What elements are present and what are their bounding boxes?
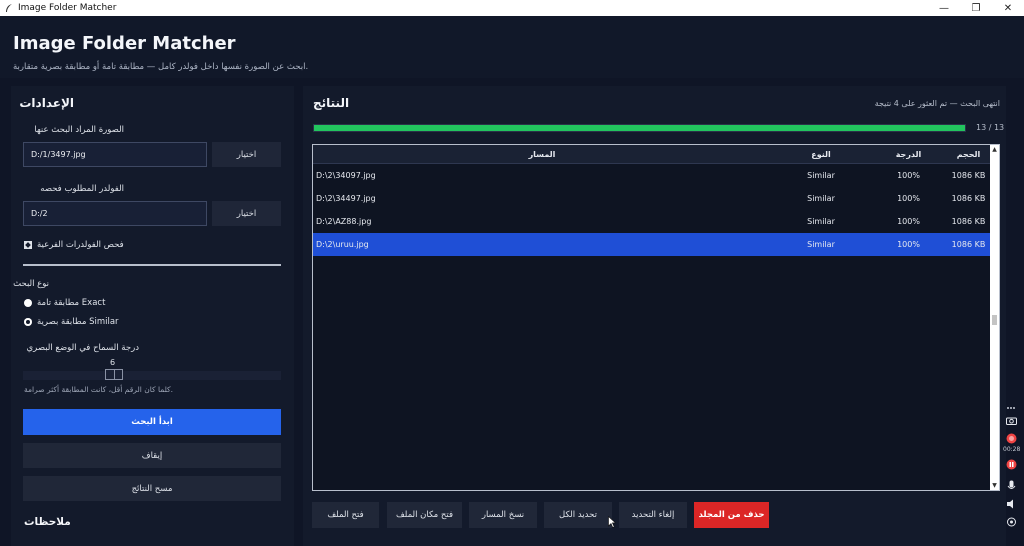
- progress-fill: [314, 125, 965, 131]
- pause-icon: [1006, 459, 1016, 469]
- mic-icon: [1007, 480, 1015, 489]
- subfolders-label: فحص الفولدرات الفرعية: [37, 240, 124, 250]
- radio-similar-label: مطابقة بصرية Similar: [37, 317, 119, 327]
- recorder-menu-icon: [1007, 407, 1015, 409]
- recording-time: 00:28: [1003, 446, 1021, 453]
- cell-path: D:\2\34097.jpg: [316, 171, 376, 180]
- radio-exact-label: مطابقة تامة Exact: [37, 298, 106, 308]
- results-panel: النتائج انتهى البحث — تم العثور على 4 نت…: [303, 86, 1006, 546]
- results-status: انتهى البحث — تم العثور على 4 نتيجة: [874, 99, 1000, 108]
- radio-exact[interactable]: مطابقة تامة Exact: [24, 298, 105, 308]
- open-location-button[interactable]: فتح مكان الملف: [387, 502, 462, 528]
- cell-type: Similar: [807, 240, 835, 249]
- maximize-button[interactable]: ❐: [960, 0, 992, 16]
- cell-score: 100%: [897, 217, 920, 226]
- cell-size: 1086 KB: [951, 171, 986, 180]
- subfolders-checkbox[interactable]: فحص الفولدرات الفرعية: [24, 240, 124, 250]
- scroll-down-icon[interactable]: ▼: [991, 482, 998, 489]
- mic-button[interactable]: [1005, 480, 1017, 492]
- pick-image-button[interactable]: اختيار: [212, 142, 281, 167]
- speaker-button[interactable]: [1005, 498, 1017, 510]
- window-titlebar: Image Folder Matcher — ❐ ✕: [0, 0, 1024, 16]
- column-type[interactable]: النوع: [771, 145, 871, 163]
- settings-title: الإعدادات: [19, 96, 74, 110]
- cell-type: Similar: [807, 194, 835, 203]
- minimize-icon: —: [939, 2, 949, 14]
- column-score[interactable]: الدرجة: [871, 145, 946, 163]
- tolerance-slider-handle[interactable]: [105, 369, 123, 380]
- app-title: Image Folder Matcher: [13, 33, 236, 54]
- deselect-button[interactable]: إلغاء التحديد: [619, 502, 687, 528]
- cell-path: D:\2\uruu.jpg: [316, 240, 369, 249]
- cell-path: D:\2\AZ88.jpg: [316, 217, 372, 226]
- camera-icon: [1005, 417, 1017, 425]
- cell-size: 1086 KB: [951, 217, 986, 226]
- cell-type: Similar: [807, 171, 835, 180]
- progress-count: 13 / 13: [976, 123, 1005, 132]
- recorder-menu[interactable]: [1005, 402, 1017, 414]
- window-title: Image Folder Matcher: [18, 3, 117, 13]
- recorder-toolbar: 00:28: [1002, 400, 1020, 546]
- scroll-up-icon[interactable]: ▲: [991, 146, 998, 153]
- notes-title: ملاحظات: [24, 516, 71, 528]
- tolerance-value: 6: [110, 358, 116, 367]
- cell-type: Similar: [807, 217, 835, 226]
- checkbox-checked-icon: [24, 241, 32, 249]
- copy-path-button[interactable]: نسخ المسار: [469, 502, 537, 528]
- mouse-cursor-icon: [608, 516, 616, 528]
- table-body: D:\2\34097.jpg Similar 100% 1086 KB D:\2\344…: [313, 164, 999, 256]
- settings-panel: الإعدادات الصورة المراد البحث عنها D:/1/…: [11, 86, 294, 546]
- record-button[interactable]: [1005, 432, 1017, 444]
- table-row[interactable]: D:\2\34097.jpg Similar 100% 1086 KB: [313, 164, 999, 187]
- tolerance-label: درجة السماح في الوضع البصري: [26, 343, 140, 353]
- image-path-input[interactable]: D:/1/3497.jpg: [23, 142, 207, 167]
- open-file-button[interactable]: فتح الملف: [312, 502, 379, 528]
- clear-results-button[interactable]: مسح النتائج: [23, 476, 281, 501]
- radio-selected-icon: [24, 318, 32, 326]
- column-path[interactable]: المسار: [313, 145, 771, 163]
- cell-size: 1086 KB: [951, 240, 986, 249]
- folder-path-input[interactable]: D:/2: [23, 201, 207, 226]
- app-feather-icon: [6, 4, 12, 12]
- table-row[interactable]: D:\2\uruu.jpg Similar 100% 1086 KB: [313, 233, 999, 256]
- results-title: النتائج: [313, 96, 350, 110]
- folder-label: الفولدر المطلوب فحصه: [40, 184, 124, 194]
- delete-from-folder-button[interactable]: حذف من المجلد: [694, 502, 769, 528]
- column-size[interactable]: الحجم: [946, 145, 991, 163]
- pause-button[interactable]: [1005, 458, 1017, 470]
- webcam-icon: [1006, 517, 1016, 526]
- progress-bar: [313, 124, 966, 132]
- select-all-button[interactable]: تحديد الكل: [544, 502, 612, 528]
- table-scrollbar[interactable]: ▲ ▼: [990, 145, 999, 490]
- search-type-label: نوع البحث: [13, 279, 49, 289]
- record-icon: [1006, 433, 1016, 443]
- cell-score: 100%: [897, 171, 920, 180]
- divider: [23, 264, 281, 266]
- stop-button[interactable]: إيقاف: [23, 443, 281, 468]
- speaker-icon: [1006, 499, 1013, 509]
- cell-path: D:\2\34497.jpg: [316, 194, 376, 203]
- webcam-button[interactable]: [1005, 516, 1017, 528]
- table-row[interactable]: D:\2\34497.jpg Similar 100% 1086 KB: [313, 187, 999, 210]
- minimize-button[interactable]: —: [928, 0, 960, 16]
- start-search-button[interactable]: ابدأ البحث: [23, 409, 281, 435]
- tolerance-slider[interactable]: [23, 371, 281, 380]
- table-header: المسار النوع الدرجة الحجم: [313, 145, 999, 164]
- cell-score: 100%: [897, 194, 920, 203]
- radio-icon: [24, 299, 32, 307]
- scroll-thumb[interactable]: [992, 315, 997, 325]
- results-table: المسار النوع الدرجة الحجم D:\2\34097.jpg…: [312, 144, 1000, 491]
- image-label: الصورة المراد البحث عنها: [34, 125, 124, 135]
- pick-folder-button[interactable]: اختيار: [212, 201, 281, 226]
- maximize-icon: ❐: [971, 2, 981, 14]
- close-icon: ✕: [1003, 2, 1013, 14]
- app-subtitle: ابحث عن الصورة نفسها داخل فولدر كامل — م…: [13, 62, 309, 72]
- screenshot-button[interactable]: [1005, 414, 1017, 426]
- radio-similar[interactable]: مطابقة بصرية Similar: [24, 317, 119, 327]
- cell-score: 100%: [897, 240, 920, 249]
- cell-size: 1086 KB: [951, 194, 986, 203]
- close-button[interactable]: ✕: [992, 0, 1024, 16]
- table-row[interactable]: D:\2\AZ88.jpg Similar 100% 1086 KB: [313, 210, 999, 233]
- tolerance-hint: كلما كان الرقم أقل، كانت المطابقة أكثر ص…: [24, 385, 174, 394]
